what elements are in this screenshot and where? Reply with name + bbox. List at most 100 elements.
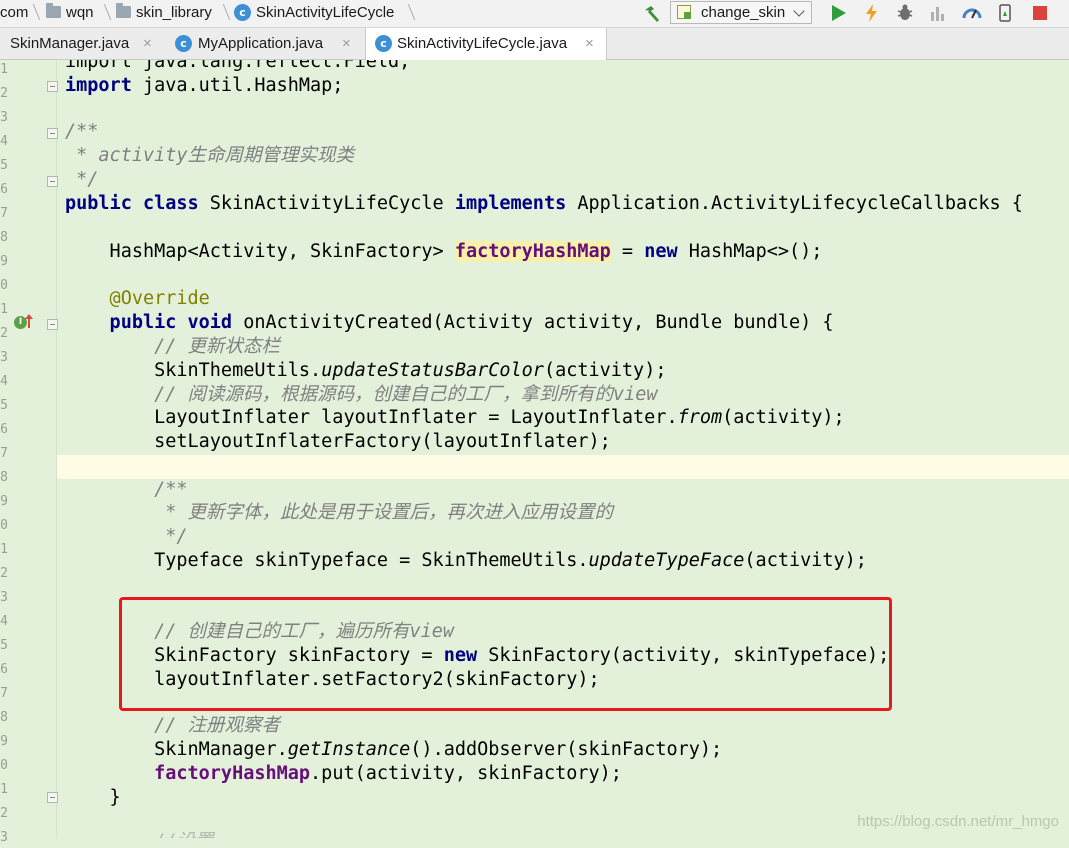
code-line: public class SkinActivityLifeCycle imple… [65, 193, 1023, 214]
breadcrumb-separator [401, 4, 416, 20]
code-line: SkinThemeUtils.updateStatusBarColor(acti… [65, 360, 667, 381]
breadcrumb-item-class[interactable]: SkinActivityLifeCycle [256, 0, 394, 27]
android-module-icon [677, 5, 691, 19]
line-number: 7 [0, 446, 8, 461]
line-number: 3 [0, 830, 8, 845]
line-number: 2 [0, 326, 8, 341]
tab-skinmanager[interactable]: SkinManager.java × [0, 28, 165, 59]
code-comment: // 阅读源码，根据源码，创建自己的工厂，拿到所有的view [65, 384, 658, 405]
tab-myapplication[interactable]: c MyApplication.java × [168, 28, 362, 59]
navigation-bar: com wqn skin_library c SkinActivityLifeC… [0, 0, 1069, 28]
arrow-up-icon[interactable] [24, 313, 34, 329]
code-comment: */ [65, 526, 188, 547]
line-number: 2 [0, 806, 8, 821]
tab-skinactivitylifecycle[interactable]: c SkinActivityLifeCycle.java × [365, 28, 607, 60]
line-number: 1 [0, 62, 8, 77]
tab-label: SkinManager.java [10, 35, 130, 52]
line-number: 4 [0, 374, 8, 389]
line-number: 2 [0, 86, 8, 101]
line-number: 3 [0, 110, 8, 125]
code-comment: /** [65, 121, 99, 142]
debug-icon[interactable] [895, 3, 915, 23]
run-configuration-label: change_skin [701, 4, 786, 21]
code-comment: /** [65, 479, 188, 500]
code-line: import java.lang.reflect.Field; [65, 60, 411, 72]
code-line: Typeface skinTypeface = SkinThemeUtils.u… [65, 550, 867, 571]
code-line: } [65, 787, 121, 808]
line-number: 0 [0, 518, 8, 533]
code-comment: // 更新状态栏 [65, 336, 281, 357]
tab-label: SkinActivityLifeCycle.java [397, 35, 568, 52]
class-icon: c [175, 35, 192, 52]
close-icon[interactable]: × [143, 28, 152, 59]
code-comment: // 注册观察者 [65, 715, 281, 736]
line-number: 4 [0, 134, 8, 149]
code-annotation: @Override [65, 288, 210, 309]
line-number: 1 [0, 782, 8, 797]
watermark: https://blog.csdn.net/mr_hmgo [857, 813, 1059, 830]
code-line: HashMap<Activity, SkinFactory> factoryHa… [65, 241, 823, 262]
line-number: 8 [0, 470, 8, 485]
line-number: 1 [0, 542, 8, 557]
breadcrumb-item-skin-library[interactable]: skin_library [136, 0, 212, 27]
line-number: 1 [0, 302, 8, 317]
build-hammer-icon[interactable] [642, 4, 662, 24]
apply-changes-icon[interactable] [862, 3, 882, 23]
class-icon: c [234, 4, 251, 21]
breadcrumb-item-wqn[interactable]: wqn [66, 0, 94, 27]
breadcrumb-separator [97, 4, 112, 20]
code-comment: * activity生命周期管理实现类 [65, 145, 355, 166]
code-comment: * 更新字体，此处是用于设置后，再次进入应用设置的 [65, 502, 614, 523]
tab-label: MyApplication.java [198, 35, 324, 52]
code-editor[interactable]: import java.lang.reflect.Field; import j… [57, 60, 1069, 838]
code-line: setLayoutInflaterFactory(layoutInflater)… [65, 431, 611, 452]
code-line: LayoutInflater layoutInflater = LayoutIn… [65, 407, 845, 428]
editor-tab-bar: SkinManager.java × c MyApplication.java … [0, 28, 1069, 60]
close-icon[interactable]: × [342, 28, 351, 59]
line-number: 6 [0, 662, 8, 677]
line-number: 3 [0, 350, 8, 365]
line-number: 7 [0, 686, 8, 701]
folder-icon [46, 3, 61, 18]
line-number: 9 [0, 254, 8, 269]
editor-gutter[interactable]: 1 2 3 4 5 6 7 8 9 0 1 2 3 4 5 6 7 8 9 0 … [0, 60, 58, 845]
chevron-down-icon [793, 5, 805, 17]
run-icon[interactable] [828, 3, 848, 23]
breadcrumb-separator [216, 4, 231, 20]
line-number: 7 [0, 206, 8, 221]
line-number: 3 [0, 590, 8, 605]
class-icon: c [375, 35, 392, 52]
line-number: 6 [0, 182, 8, 197]
folder-icon [116, 3, 131, 18]
attach-debugger-icon[interactable] [962, 3, 982, 23]
profile-icon[interactable] [928, 3, 948, 23]
code-comment: //设置 ... [65, 830, 258, 838]
code-line: public void onActivityCreated(Activity a… [65, 312, 834, 333]
current-line-highlight [57, 455, 1069, 479]
line-number: 5 [0, 638, 8, 653]
code-comment: */ [65, 169, 99, 190]
line-number: 6 [0, 422, 8, 437]
line-number: 5 [0, 158, 8, 173]
line-number: 0 [0, 278, 8, 293]
close-icon[interactable]: × [585, 28, 594, 59]
field-factoryhashmap: factoryHashMap [454, 241, 611, 262]
code-line: import java.util.HashMap; [65, 75, 344, 96]
stop-icon[interactable] [1030, 3, 1050, 23]
device-manager-icon[interactable] [995, 3, 1015, 23]
code-line: SkinManager.getInstance().addObserver(sk… [65, 739, 723, 760]
line-number: 0 [0, 758, 8, 773]
code-line: factoryHashMap.put(activity, skinFactory… [65, 763, 622, 784]
line-number: 2 [0, 566, 8, 581]
line-number: 8 [0, 230, 8, 245]
line-number: 4 [0, 614, 8, 629]
line-number: 9 [0, 494, 8, 509]
line-number: 5 [0, 398, 8, 413]
line-number: 9 [0, 734, 8, 749]
breadcrumb-item-com[interactable]: com [0, 0, 28, 27]
line-number: 8 [0, 710, 8, 725]
field-factoryhashmap: factoryHashMap [65, 763, 311, 784]
breadcrumb-separator [26, 4, 41, 20]
highlight-annotation-box [119, 597, 892, 711]
run-configuration-select[interactable]: change_skin [670, 1, 812, 24]
